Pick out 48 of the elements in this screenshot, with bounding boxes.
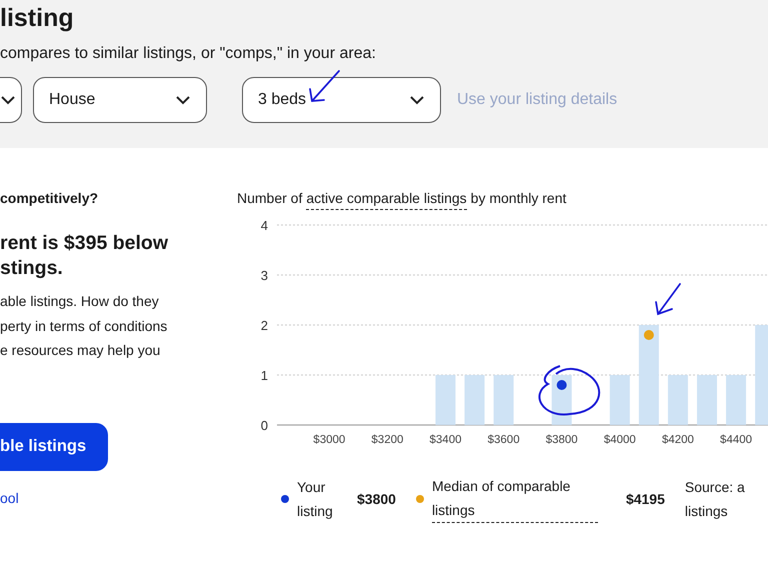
- body-text: e resources may help you: [0, 341, 162, 360]
- bar: [610, 375, 630, 425]
- question: competitively?: [0, 190, 98, 206]
- y-tick-label: 1: [260, 368, 268, 383]
- data-point: [644, 330, 654, 340]
- x-tick-label: $3400: [430, 434, 462, 446]
- x-tick-label: $3000: [313, 434, 346, 446]
- page-title: listing: [0, 3, 75, 32]
- headline: stings.: [0, 256, 64, 281]
- x-tick-label: $4200: [662, 434, 694, 446]
- bar: [726, 375, 746, 425]
- comparable-listings-button[interactable]: ble listings: [0, 422, 108, 470]
- chart-title: Number of: [237, 190, 302, 208]
- bar: [668, 375, 688, 425]
- chevron-icon: [1, 96, 15, 104]
- legend-label: Median of comparable listings: [432, 474, 598, 523]
- x-tick-label: $3200: [371, 434, 404, 446]
- ink-arrow-drawing: [308, 69, 342, 105]
- ink-arrow-drawing: [655, 283, 681, 316]
- dropdown[interactable]: 3 beds: [242, 77, 441, 123]
- x-tick-label: $4000: [604, 434, 636, 446]
- bar: [436, 375, 456, 425]
- ink-circle-drawing: [538, 365, 600, 416]
- chevron-icon: [176, 96, 190, 104]
- headline: rent is $395 below: [0, 231, 168, 256]
- body-text: perty in terms of conditions: [0, 316, 168, 336]
- y-tick-label: 0: [260, 418, 268, 433]
- bar: [697, 375, 717, 425]
- term-link[interactable]: active comparable listings: [306, 190, 467, 210]
- bar: [464, 375, 485, 425]
- x-tick-label: $4400: [720, 434, 752, 446]
- chart-title: by monthly rent: [470, 190, 566, 208]
- chevron-icon: [410, 96, 424, 104]
- legend-value: $4195: [626, 490, 665, 506]
- y-tick-label: 4: [260, 218, 268, 233]
- bar: [494, 375, 514, 425]
- subtitle: compares to similar listings, or "comps," in your area:: [0, 45, 377, 63]
- x-tick-label: $3800: [546, 434, 578, 446]
- data-point: [556, 380, 567, 390]
- legend-label: Your listing: [297, 478, 334, 521]
- y-tick-label: 2: [260, 318, 268, 333]
- y-tick-label: 3: [260, 268, 268, 283]
- legend-value: $3800: [357, 490, 396, 506]
- x-tick-label: $3600: [488, 434, 520, 446]
- source-note: Source: a listings: [684, 478, 746, 521]
- tool-link[interactable]: ool: [0, 490, 19, 506]
- body-text: able listings. How do they: [0, 292, 160, 311]
- dropdown[interactable]: House: [33, 77, 207, 123]
